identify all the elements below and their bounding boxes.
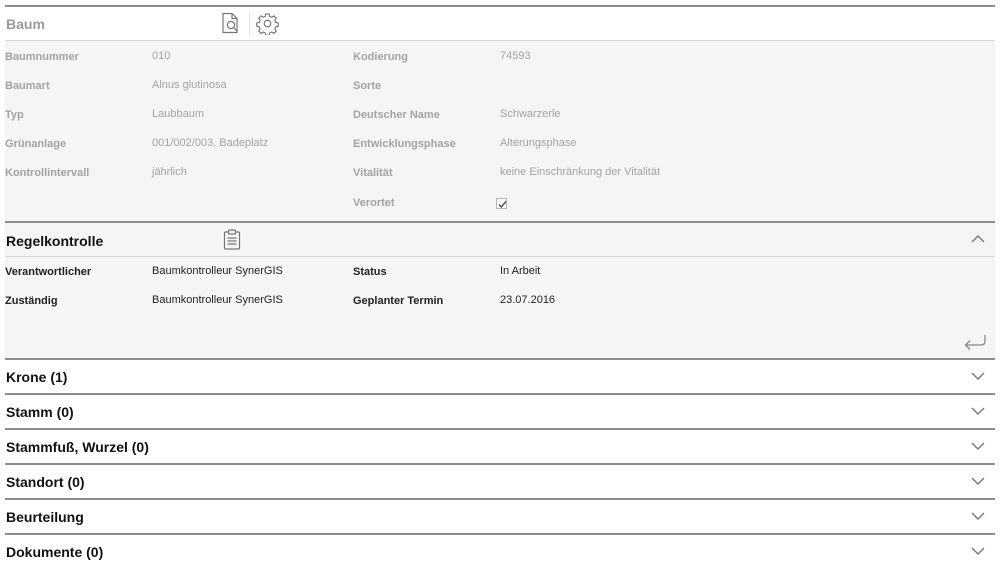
field-label-verantwortlicher: Verantwortlicher <box>5 266 92 278</box>
baum-title: Baum <box>6 16 45 32</box>
section-title: Beurteilung <box>6 509 84 525</box>
section-krone[interactable]: Krone (1) <box>5 360 995 393</box>
field-value-vitalitaet: keine Einschränkung der Vitalität <box>500 166 661 178</box>
field-label-status: Status <box>353 266 387 278</box>
chevron-down-icon[interactable] <box>971 547 985 556</box>
chevron-down-icon[interactable] <box>971 407 985 416</box>
chevron-up-icon[interactable] <box>971 234 985 243</box>
field-value-baumnummer: 010 <box>152 50 171 62</box>
field-value-typ: Laubbaum <box>152 108 204 120</box>
field-label-baumart: Baumart <box>5 80 50 92</box>
clipboard-icon[interactable] <box>223 229 241 250</box>
return-arrow-icon[interactable] <box>963 333 987 351</box>
tree-detail-panel: Baum Baumnummer 010 Baumart Alnus glutin… <box>5 5 995 568</box>
field-value-geplanter-termin: 23.07.2016 <box>500 294 556 306</box>
field-value-entwicklungsphase: Alterungsphase <box>500 137 577 149</box>
field-value-baumart: Alnus glutinosa <box>152 79 227 91</box>
section-title: Dokumente (0) <box>6 544 104 560</box>
chevron-down-icon[interactable] <box>971 512 985 521</box>
field-label-gruenanlage: Grünanlage <box>5 138 67 150</box>
field-value-zustaendig: Baumkontrolleur SynerGIS <box>152 294 283 306</box>
field-label-verortet: Verortet <box>353 197 395 209</box>
field-label-kodierung: Kodierung <box>353 51 408 63</box>
field-value-kontrollintervall: jährlich <box>152 166 187 178</box>
field-label-deutscher-name: Deutscher Name <box>353 109 440 121</box>
field-value-gruenanlage: 001/002/003, Badeplatz <box>152 137 269 149</box>
verortet-checkbox[interactable] <box>496 198 507 209</box>
section-title: Standort (0) <box>6 474 85 490</box>
field-label-kontrollintervall: Kontrollintervall <box>5 167 90 179</box>
field-value-status: In Arbeit <box>500 265 541 277</box>
baum-header: Baum <box>5 7 995 40</box>
field-value-deutscher-name: Schwarzerle <box>500 108 561 120</box>
section-stammfuss-wurzel[interactable]: Stammfuß, Wurzel (0) <box>5 430 995 463</box>
section-stamm[interactable]: Stamm (0) <box>5 395 995 428</box>
section-dokumente[interactable]: Dokumente (0) <box>5 535 995 568</box>
chevron-down-icon[interactable] <box>971 442 985 451</box>
chevron-down-icon[interactable] <box>971 372 985 381</box>
baum-attributes: Baumnummer 010 Baumart Alnus glutinosa T… <box>5 41 995 221</box>
section-title: Stamm (0) <box>6 404 74 420</box>
document-search-icon[interactable] <box>220 12 242 34</box>
field-label-typ: Typ <box>5 109 24 121</box>
field-label-zustaendig: Zuständig <box>5 295 58 307</box>
section-title: Krone (1) <box>6 369 68 385</box>
field-label-geplanter-termin: Geplanter Termin <box>353 295 444 307</box>
field-value-verantwortlicher: Baumkontrolleur SynerGIS <box>152 265 283 277</box>
chevron-down-icon[interactable] <box>971 477 985 486</box>
field-label-entwicklungsphase: Entwicklungsphase <box>353 138 456 150</box>
gear-icon[interactable] <box>256 12 279 35</box>
section-standort[interactable]: Standort (0) <box>5 465 995 498</box>
section-beurteilung[interactable]: Beurteilung <box>5 500 995 533</box>
field-value-kodierung: 74593 <box>500 50 531 62</box>
regelkontrolle-title: Regelkontrolle <box>6 233 104 249</box>
field-label-sorte: Sorte <box>353 80 382 92</box>
field-label-baumnummer: Baumnummer <box>5 51 79 63</box>
field-label-vitalitaet: Vitalität <box>353 167 393 179</box>
icon-separator <box>249 12 250 36</box>
regelkontrolle-header[interactable]: Regelkontrolle <box>5 223 995 256</box>
section-title: Stammfuß, Wurzel (0) <box>6 439 149 455</box>
regelkontrolle-attributes: Verantwortlicher Baumkontrolleur SynerGI… <box>5 257 995 358</box>
